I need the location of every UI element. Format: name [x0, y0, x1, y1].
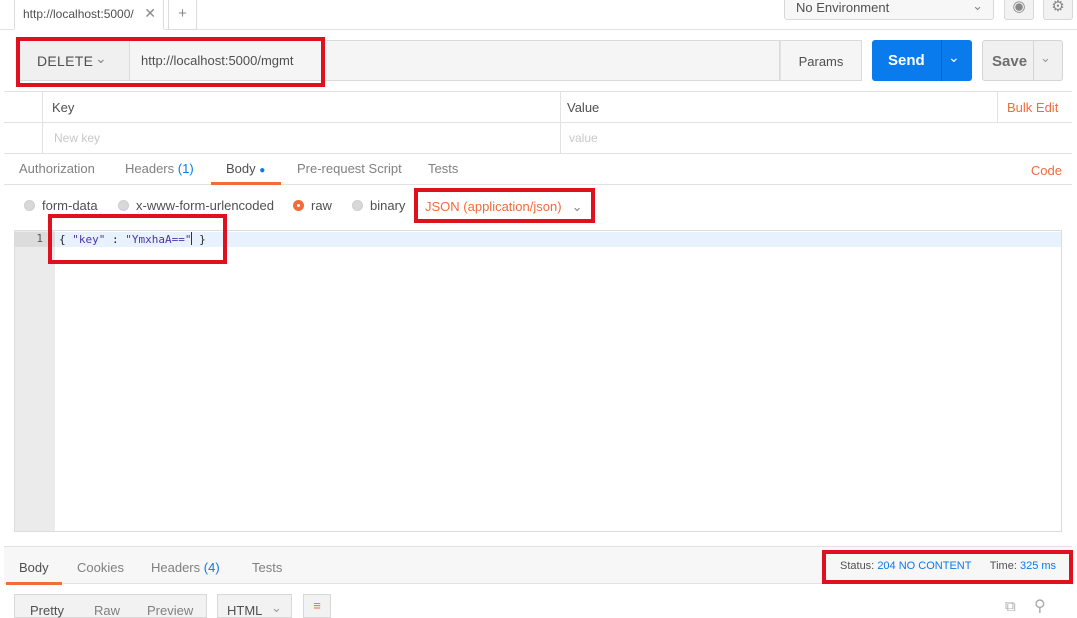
active-tab-indicator	[211, 182, 281, 185]
radio-binary[interactable]: binary	[352, 198, 405, 213]
annotation-content-type	[414, 188, 595, 223]
request-tab-title: http://localhost:5000/	[23, 7, 134, 21]
response-tab-tests[interactable]: Tests	[252, 560, 282, 575]
top-tab-bar: http://localhost:5000/ ✕ + No Environmen…	[0, 0, 1077, 30]
radio-icon	[352, 200, 363, 211]
new-value-input[interactable]: value	[569, 131, 598, 145]
params-table: Key Value Bulk Edit New key value	[4, 91, 1072, 154]
annotation-response-status	[822, 550, 1073, 584]
view-pretty-button[interactable]: Pretty	[30, 603, 64, 618]
divider	[997, 92, 998, 123]
annotation-json-body	[48, 214, 227, 264]
tab-tests[interactable]: Tests	[428, 161, 458, 176]
divider	[42, 123, 43, 154]
response-tab-headers-label: Headers	[151, 560, 201, 575]
gear-icon[interactable]: ⚙	[1043, 0, 1073, 20]
save-button-label: Save	[992, 53, 1028, 70]
save-button[interactable]: Save ⌄	[982, 40, 1063, 81]
response-format-value: HTML	[227, 603, 263, 618]
response-view-toggle: Pretty Raw Preview	[14, 594, 207, 618]
send-button[interactable]: Send ⌄	[872, 40, 972, 81]
chevron-down-icon: ⌄	[972, 0, 983, 13]
divider	[560, 123, 561, 154]
radio-raw[interactable]: raw	[293, 198, 332, 213]
chevron-down-icon: ⌄	[271, 600, 282, 615]
bulk-edit-link[interactable]: Bulk Edit	[1007, 100, 1058, 115]
environment-select[interactable]: No Environment ⌄	[784, 0, 994, 20]
view-raw-button[interactable]: Raw	[94, 603, 120, 618]
view-preview-button[interactable]: Preview	[147, 603, 193, 618]
close-tab-icon[interactable]: ✕	[144, 5, 156, 22]
tab-authorization[interactable]: Authorization	[19, 161, 95, 176]
new-key-input[interactable]: New key	[54, 131, 100, 145]
copy-icon[interactable]: ⧉	[1005, 598, 1016, 615]
radio-binary-label: binary	[370, 198, 406, 213]
params-header-row: Key Value Bulk Edit	[4, 92, 1072, 123]
save-options-chevron-icon[interactable]: ⌄	[1040, 50, 1051, 66]
active-tab-indicator	[6, 582, 62, 585]
radio-urlencoded[interactable]: x-www-form-urlencoded	[118, 198, 274, 213]
radio-form-data[interactable]: form-data	[24, 198, 98, 213]
radio-icon	[118, 200, 129, 211]
params-button-label: Params	[798, 54, 844, 69]
value-header: Value	[567, 100, 600, 115]
tab-pre-request-script[interactable]: Pre-request Script	[297, 161, 402, 176]
radio-icon	[24, 200, 35, 211]
headers-count-badge: (1)	[177, 161, 194, 176]
response-tab-headers[interactable]: Headers (4)	[151, 560, 220, 575]
params-new-row: New key value	[4, 123, 1072, 154]
body-modified-dot-icon: ●	[259, 165, 266, 176]
environment-select-value: No Environment	[796, 0, 890, 15]
annotation-method-url	[16, 37, 325, 87]
radio-form-data-label: form-data	[42, 198, 98, 213]
wrap-lines-icon[interactable]: ≡	[303, 594, 331, 618]
eye-icon[interactable]: ◉	[1004, 0, 1034, 20]
save-divider	[1033, 41, 1034, 80]
send-options-chevron-icon[interactable]: ⌄	[948, 49, 960, 66]
tab-headers-label: Headers	[125, 161, 175, 176]
tab-body[interactable]: Body ●	[226, 161, 265, 176]
tab-body-label: Body	[226, 161, 256, 176]
response-format-select[interactable]: HTML ⌄	[217, 594, 292, 618]
response-headers-count-badge: (4)	[203, 560, 220, 575]
new-tab-button[interactable]: +	[168, 0, 197, 30]
send-button-label: Send	[888, 52, 925, 69]
response-toolbar: Pretty Raw Preview HTML ⌄ ≡ ⧉ ⚲	[14, 594, 1074, 618]
radio-raw-label: raw	[311, 198, 332, 213]
line-number-gutter	[15, 231, 55, 531]
radio-urlencoded-label: x-www-form-urlencoded	[136, 198, 274, 213]
request-tabs: Authorization Headers (1) Body ● Pre-req…	[4, 153, 1072, 185]
response-tab-cookies[interactable]: Cookies	[77, 560, 124, 575]
divider	[560, 92, 561, 123]
tab-headers[interactable]: Headers (1)	[125, 161, 194, 176]
divider	[42, 92, 43, 123]
radio-selected-icon	[293, 200, 304, 211]
body-editor[interactable]: 1 { "key" : "YmxhaA==" }	[14, 230, 1062, 532]
key-header: Key	[52, 100, 75, 115]
code-link[interactable]: Code	[1031, 163, 1062, 178]
request-tab[interactable]: http://localhost:5000/ ✕	[14, 0, 164, 30]
response-tab-body[interactable]: Body	[19, 560, 49, 575]
params-button[interactable]: Params	[780, 40, 862, 81]
search-icon[interactable]: ⚲	[1034, 596, 1046, 616]
send-divider	[941, 40, 942, 81]
